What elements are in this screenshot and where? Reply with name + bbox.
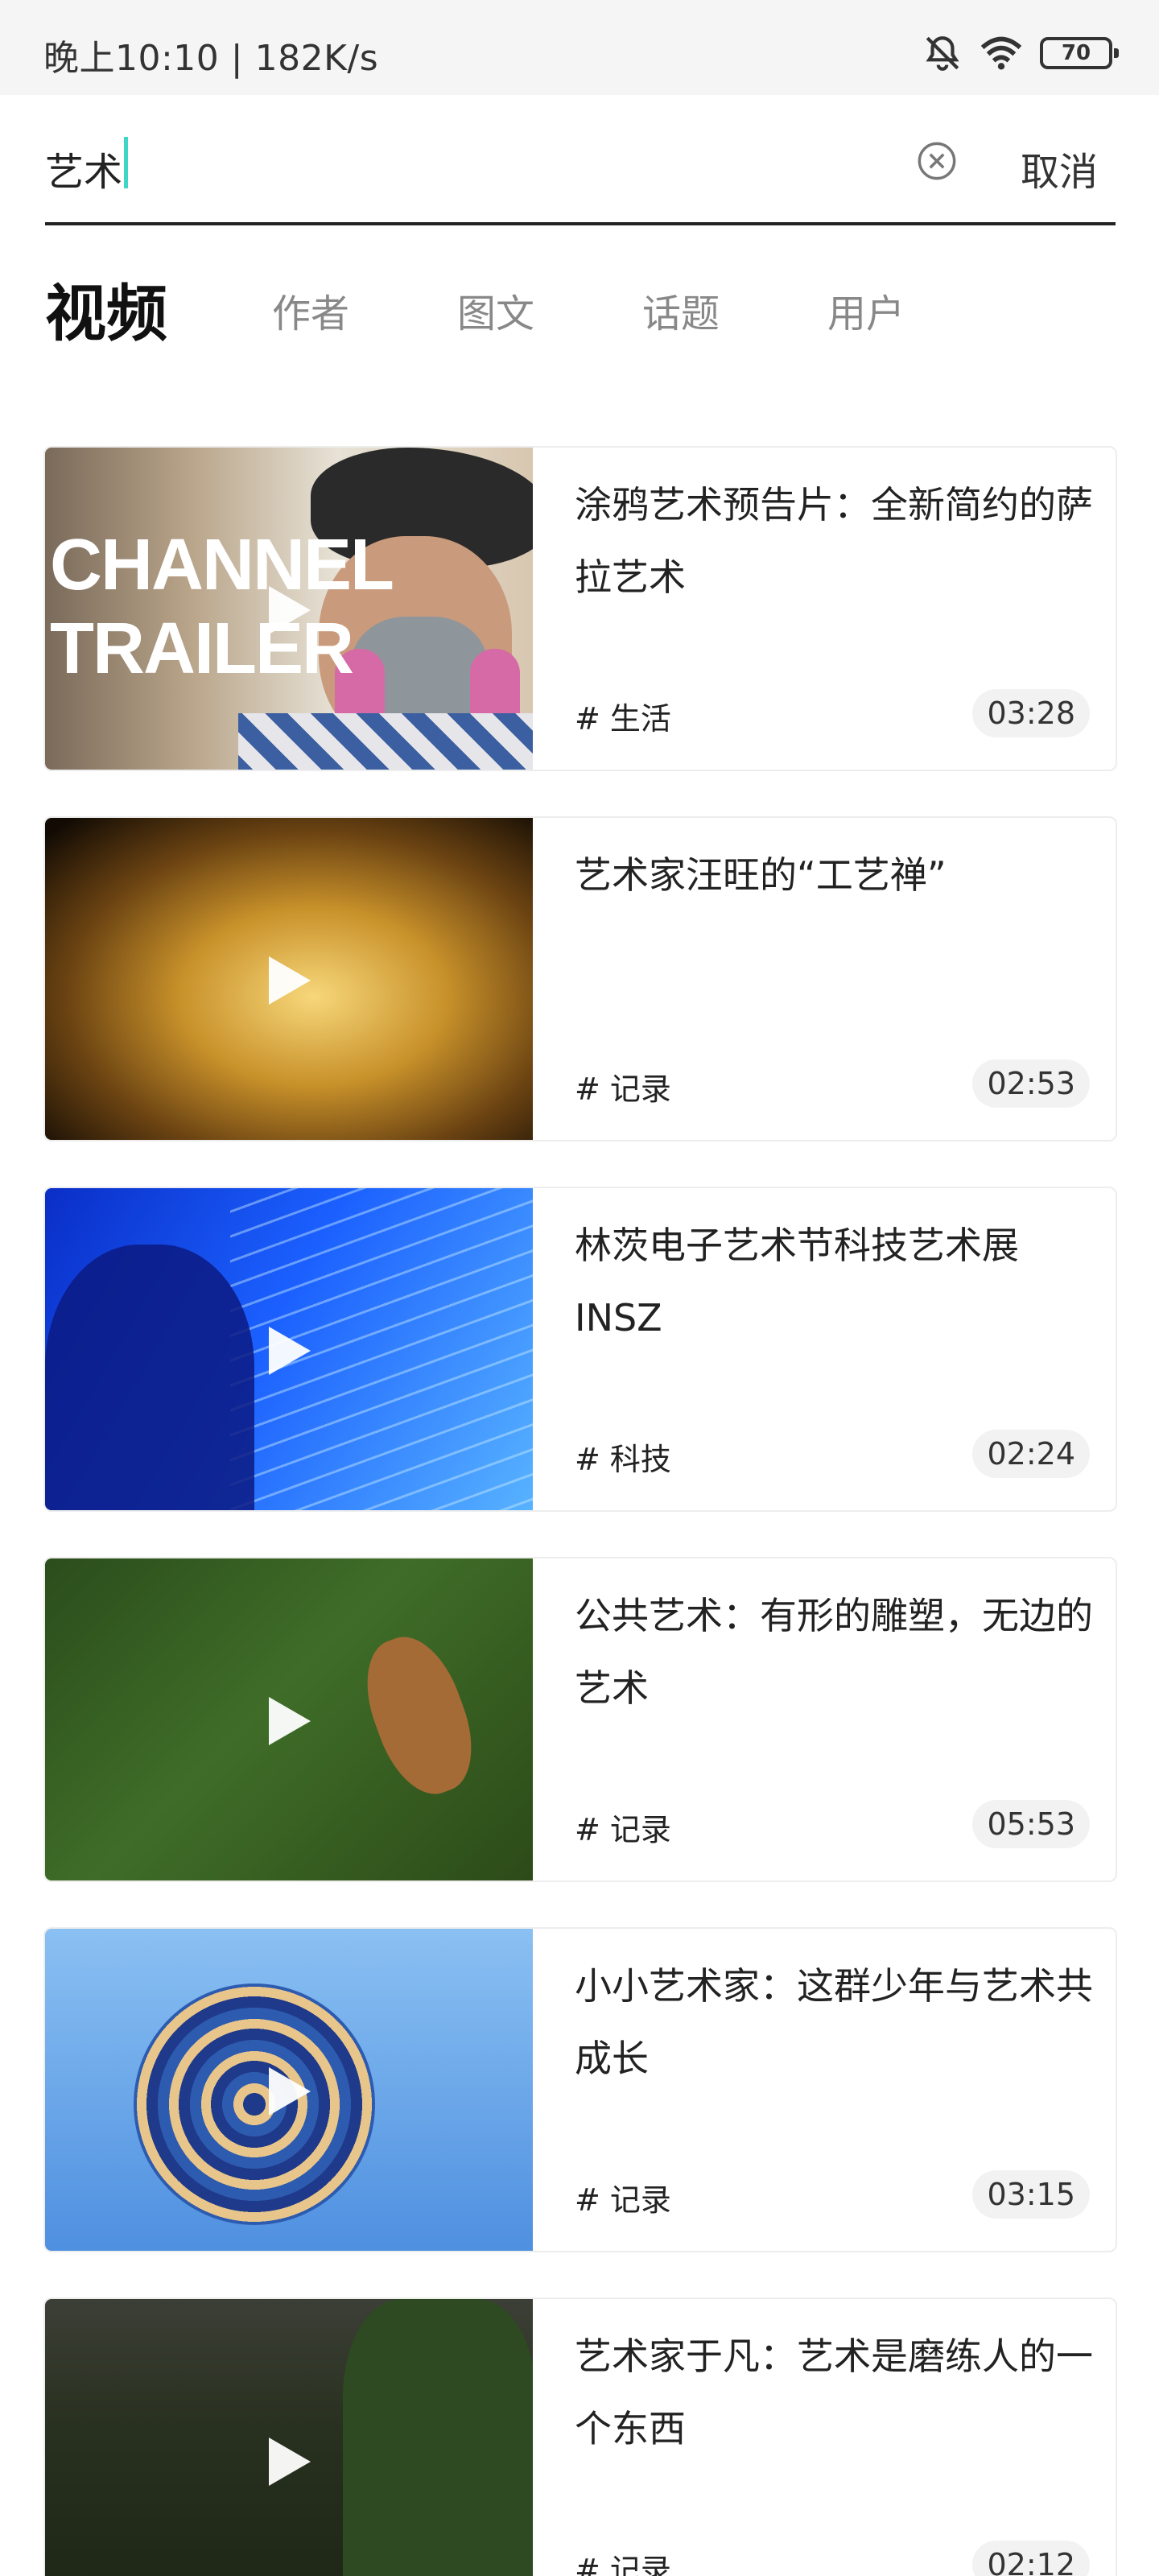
play-icon[interactable] — [269, 586, 311, 634]
battery-icon: 70 — [1040, 37, 1119, 69]
video-card[interactable]: 艺术家于凡：艺术是磨练人的一个东西 # 记录 02:12 — [43, 2297, 1117, 2576]
video-tag[interactable]: # 记录 — [575, 2175, 671, 2219]
thumb-art — [45, 1245, 254, 1510]
tab-author[interactable]: 作者 — [272, 274, 349, 354]
thumbnail-caption: CHANNEL TRAILER — [50, 523, 394, 691]
video-duration: 02:53 — [972, 1059, 1090, 1108]
tab-article[interactable]: 图文 — [457, 274, 534, 354]
status-icons: 70 — [922, 31, 1119, 76]
thumbnail-caption-line: TRAILER — [50, 609, 354, 689]
play-icon[interactable] — [269, 1327, 311, 1375]
video-title[interactable]: 公共艺术：有形的雕塑，无边的艺术 — [575, 1579, 1098, 1724]
video-card[interactable]: 艺术家汪旺的“工艺禅” # 记录 02:53 — [43, 816, 1117, 1141]
tab-video[interactable]: 视频 — [45, 274, 167, 354]
wifi-icon — [980, 36, 1022, 70]
search-bar: 艺术 取消 — [45, 121, 1116, 225]
thumb-art — [238, 713, 533, 770]
video-title[interactable]: 涂鸦艺术预告片：全新简约的萨拉艺术 — [575, 469, 1098, 613]
video-duration: 03:15 — [972, 2170, 1090, 2219]
play-icon[interactable] — [269, 2067, 311, 2116]
bell-off-icon — [926, 36, 959, 71]
video-title[interactable]: 小小艺术家：这群少年与艺术共成长 — [575, 1950, 1098, 2095]
clear-circle-icon[interactable] — [916, 140, 958, 182]
status-time-speed: 晚上10:10 | 182K/s — [43, 38, 379, 79]
text-caret — [124, 137, 128, 188]
play-icon[interactable] — [269, 956, 311, 1005]
thumb-art — [343, 2299, 533, 2576]
video-card[interactable]: 林茨电子艺术节科技艺术展INSZ # 科技 02:24 — [43, 1187, 1117, 1512]
video-tag[interactable]: # 记录 — [575, 1805, 671, 1849]
video-card[interactable]: 公共艺术：有形的雕塑，无边的艺术 # 记录 05:53 — [43, 1557, 1117, 1882]
play-icon[interactable] — [269, 1697, 311, 1745]
video-duration: 02:24 — [972, 1430, 1090, 1478]
category-tabs: 视频 作者 图文 话题 用户 — [45, 274, 1116, 354]
search-input[interactable]: 艺术 — [45, 140, 122, 196]
cancel-button[interactable]: 取消 — [1021, 140, 1098, 196]
video-thumbnail[interactable] — [45, 1558, 533, 1880]
battery-level: 70 — [1061, 41, 1091, 65]
video-thumbnail[interactable] — [45, 1188, 533, 1510]
video-thumbnail[interactable] — [45, 2299, 533, 2576]
video-thumbnail[interactable] — [45, 818, 533, 1140]
tab-topic[interactable]: 话题 — [642, 274, 720, 354]
video-tag[interactable]: # 记录 — [575, 1064, 671, 1108]
play-icon[interactable] — [269, 2438, 311, 2486]
video-tag[interactable]: # 生活 — [575, 694, 671, 738]
video-thumbnail[interactable] — [45, 1929, 533, 2251]
video-duration: 03:28 — [972, 689, 1090, 737]
video-tag[interactable]: # 记录 — [575, 2545, 671, 2576]
video-card[interactable]: 小小艺术家：这群少年与艺术共成长 # 记录 03:15 — [43, 1927, 1117, 2252]
video-thumbnail[interactable]: CHANNEL TRAILER — [45, 448, 533, 770]
tab-user[interactable]: 用户 — [827, 274, 905, 354]
thumb-art — [350, 1624, 489, 1806]
video-title[interactable]: 林茨电子艺术节科技艺术展INSZ — [575, 1209, 1098, 1354]
thumb-art — [134, 1984, 375, 2225]
video-card[interactable]: CHANNEL TRAILER 涂鸦艺术预告片：全新简约的萨拉艺术 # 生活 0… — [43, 446, 1117, 771]
video-tag[interactable]: # 科技 — [575, 1435, 671, 1479]
status-bar: 晚上10:10 | 182K/s 70 — [0, 0, 1159, 95]
video-duration: 05:53 — [972, 1800, 1090, 1848]
video-title[interactable]: 艺术家于凡：艺术是磨练人的一个东西 — [575, 2320, 1098, 2465]
video-duration: 02:12 — [972, 2541, 1090, 2576]
thumbnail-caption-line: CHANNEL — [50, 525, 394, 605]
video-title[interactable]: 艺术家汪旺的“工艺禅” — [575, 839, 1098, 911]
